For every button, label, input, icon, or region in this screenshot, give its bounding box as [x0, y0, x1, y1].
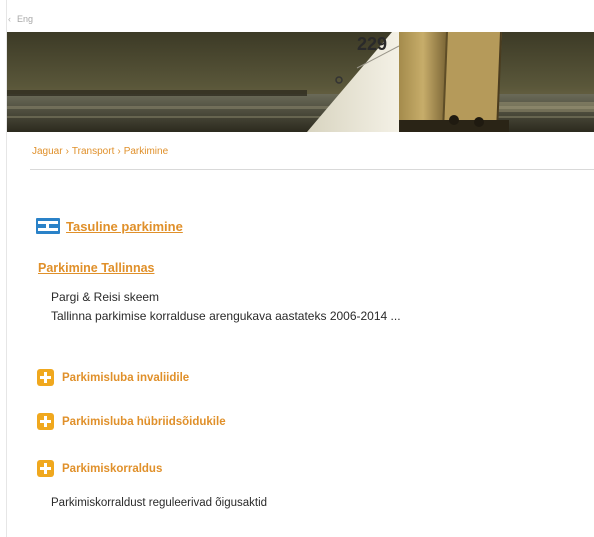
page: ‹ Eng 229 Jaguar › Transport › Parkimine… [0, 0, 594, 537]
breadcrumb-item-home[interactable]: Jaguar [32, 146, 63, 157]
language-link[interactable]: Eng [17, 14, 33, 24]
expand-item-hybrid-permit[interactable]: Parkimisluba hübriidsõidukile [37, 413, 226, 430]
chevron-left-icon[interactable]: ‹ [8, 14, 11, 24]
subsection-title-link[interactable]: Parkimine Tallinnas [38, 261, 154, 275]
expand-item-label: Parkimiskorraldus [62, 462, 163, 475]
link-list: Pargi & Reisi skeem Tallinna parkimise k… [51, 288, 401, 326]
plus-icon[interactable] [37, 369, 54, 386]
expand-item-parking-arrangement[interactable]: Parkimiskorraldus [37, 460, 162, 477]
parking-sign-icon [36, 218, 60, 234]
breadcrumb: Jaguar › Transport › Parkimine [32, 146, 168, 157]
breadcrumb-item-current[interactable]: Parkimine [124, 146, 168, 157]
breadcrumb-separator: › [65, 146, 69, 157]
expand-item-label: Parkimisluba invaliidile [62, 371, 190, 384]
divider [30, 169, 594, 170]
sail-number: 229 [357, 34, 387, 54]
expand-item-invalid-permit[interactable]: Parkimisluba invaliidile [37, 369, 189, 386]
header-banner: 229 [7, 32, 594, 132]
legal-acts-link[interactable]: Parkimiskorraldust reguleerivad õigusakt… [51, 497, 267, 509]
top-bar: ‹ Eng [8, 10, 33, 28]
section-header: Tasuline parkimine [36, 218, 183, 234]
sailing-photo: 229 [7, 32, 594, 132]
plus-icon[interactable] [37, 413, 54, 430]
breadcrumb-separator: › [117, 146, 121, 157]
plus-icon[interactable] [37, 460, 54, 477]
list-item[interactable]: Pargi & Reisi skeem [51, 288, 401, 307]
breadcrumb-item-transport[interactable]: Transport [72, 146, 114, 157]
list-item[interactable]: Tallinna parkimise korralduse arengukava… [51, 307, 401, 326]
section-title-link[interactable]: Tasuline parkimine [66, 219, 183, 234]
expand-item-label: Parkimisluba hübriidsõidukile [62, 415, 226, 428]
